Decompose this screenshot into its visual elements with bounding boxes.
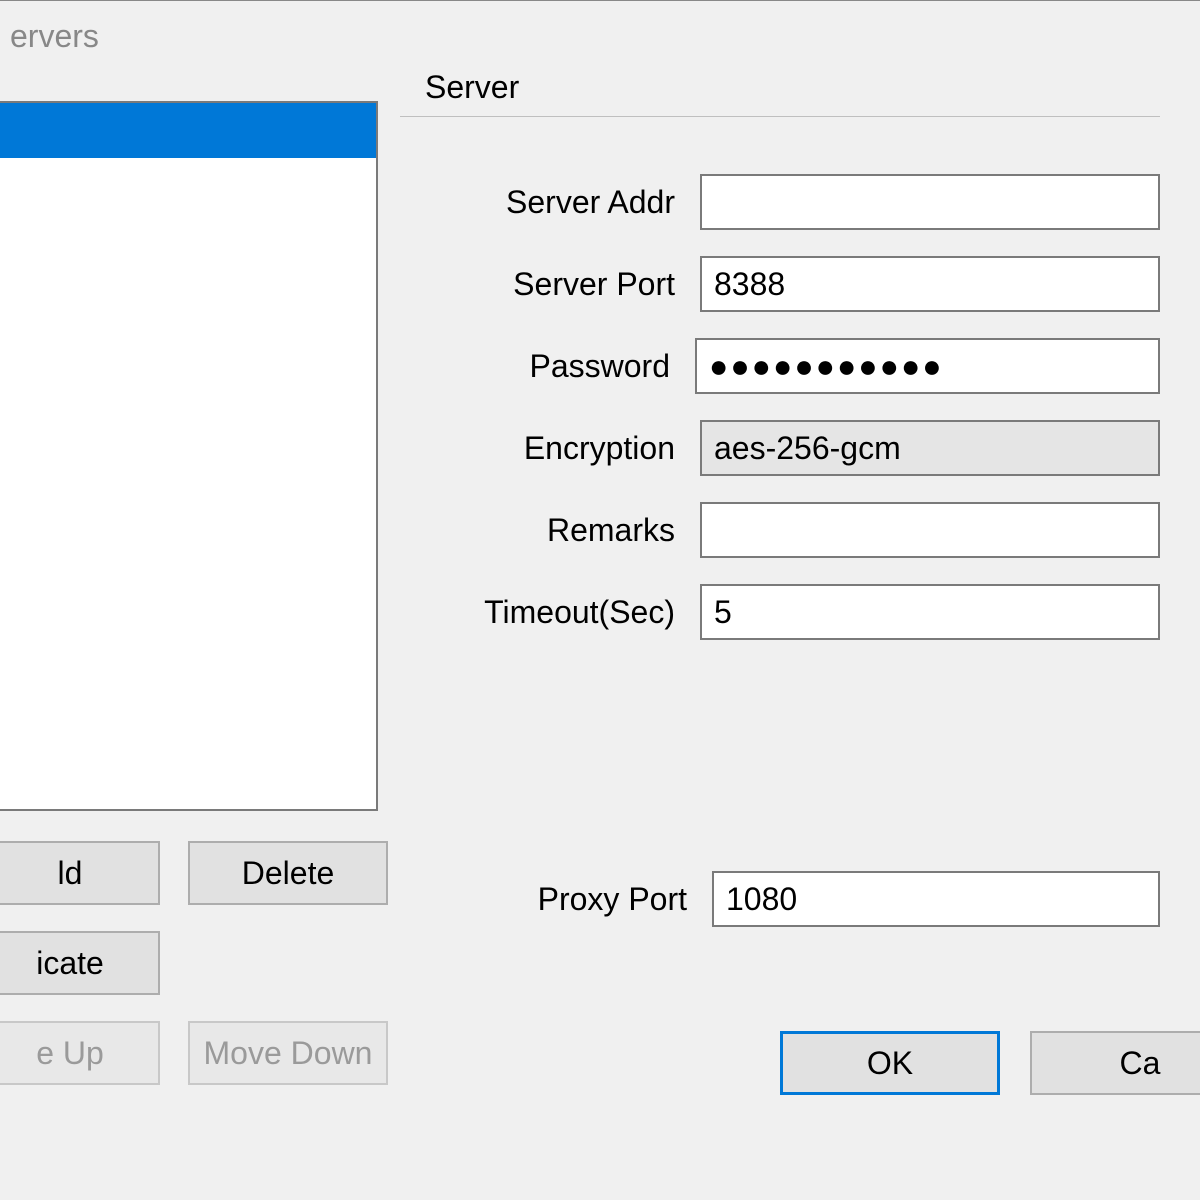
remarks-input[interactable] <box>700 502 1160 558</box>
remarks-label: Remarks <box>400 512 700 549</box>
move-down-button[interactable]: Move Down <box>188 1021 388 1085</box>
proxy-port-label: Proxy Port <box>400 881 712 918</box>
add-button[interactable]: ld <box>0 841 160 905</box>
dialog-content: Server Server Addr Server Port Password … <box>0 71 1200 111</box>
delete-button[interactable]: Delete <box>188 841 388 905</box>
proxy-port-input[interactable] <box>712 871 1160 927</box>
timeout-label: Timeout(Sec) <box>400 594 700 631</box>
password-label: Password <box>400 348 695 385</box>
encryption-value: aes-256-gcm <box>714 430 901 467</box>
title-text: ervers <box>10 18 99 55</box>
server-group: Server Addr Server Port Password Encrypt… <box>400 116 1160 664</box>
ok-button[interactable]: OK <box>780 1031 1000 1095</box>
server-listbox[interactable] <box>0 101 378 811</box>
password-input[interactable] <box>695 338 1160 394</box>
server-addr-label: Server Addr <box>400 184 700 221</box>
duplicate-button[interactable]: icate <box>0 931 160 995</box>
proxy-port-row: Proxy Port <box>400 871 1160 927</box>
server-group-legend: Server <box>415 69 529 106</box>
window-title: ervers <box>0 1 1200 71</box>
dialog-button-row: OK Ca <box>780 1031 1200 1095</box>
encryption-select[interactable]: aes-256-gcm <box>700 420 1160 476</box>
edit-servers-dialog: ervers Server Server Addr Server Port Pa… <box>0 0 1200 1200</box>
server-addr-input[interactable] <box>700 174 1160 230</box>
server-port-input[interactable] <box>700 256 1160 312</box>
server-port-label: Server Port <box>400 266 700 303</box>
timeout-input[interactable] <box>700 584 1160 640</box>
move-up-button[interactable]: e Up <box>0 1021 160 1085</box>
cancel-button[interactable]: Ca <box>1030 1031 1200 1095</box>
encryption-label: Encryption <box>400 430 700 467</box>
server-list-item-selected[interactable] <box>0 103 376 158</box>
